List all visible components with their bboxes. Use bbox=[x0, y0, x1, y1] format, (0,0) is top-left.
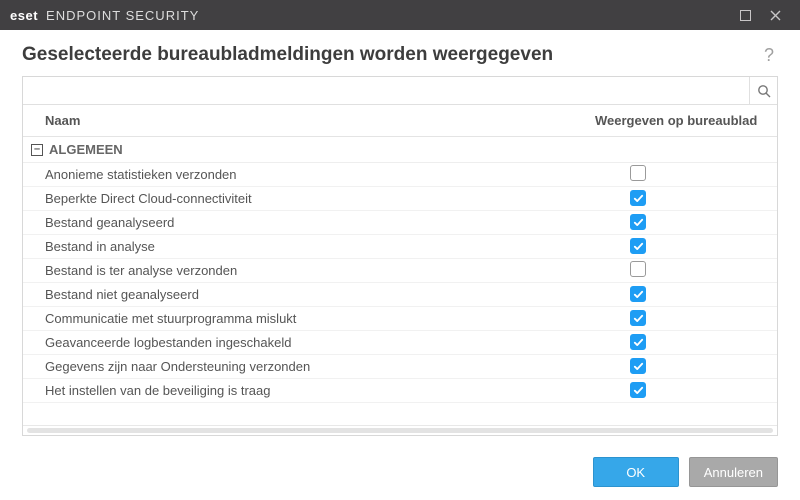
brand-product: ENDPOINT SECURITY bbox=[46, 8, 199, 23]
list-item-label: Beperkte Direct Cloud-connectiviteit bbox=[23, 191, 595, 206]
brand: eset ENDPOINT SECURITY bbox=[10, 8, 199, 23]
search-row bbox=[23, 77, 777, 105]
cancel-button[interactable]: Annuleren bbox=[689, 457, 778, 487]
list-item-label: Gegevens zijn naar Ondersteuning verzond… bbox=[23, 359, 595, 374]
list-item: Geavanceerde logbestanden ingeschakeld bbox=[23, 331, 777, 355]
search-input[interactable] bbox=[23, 77, 749, 104]
list-item: Bestand in analyse bbox=[23, 235, 777, 259]
show-on-desktop-checkbox[interactable] bbox=[630, 238, 646, 254]
page-title: Geselecteerde bureaubladmeldingen worden… bbox=[22, 44, 553, 66]
list-item: Communicatie met stuurprogramma mislukt bbox=[23, 307, 777, 331]
list-item: Anonieme statistieken verzonden bbox=[23, 163, 777, 187]
column-headers: Naam Weergeven op bureaublad bbox=[23, 105, 777, 137]
show-on-desktop-checkbox[interactable] bbox=[630, 382, 646, 398]
column-show: Weergeven op bureaublad bbox=[595, 113, 765, 128]
show-on-desktop-checkbox[interactable] bbox=[630, 310, 646, 326]
titlebar: eset ENDPOINT SECURITY bbox=[0, 0, 800, 30]
list-item-checkbox-cell bbox=[595, 334, 765, 351]
column-name: Naam bbox=[23, 113, 595, 128]
show-on-desktop-checkbox[interactable] bbox=[630, 358, 646, 374]
list-item-checkbox-cell bbox=[595, 261, 765, 280]
group-row-general[interactable]: – ALGEMEEN bbox=[23, 137, 777, 163]
list-item-label: Het instellen van de beveiliging is traa… bbox=[23, 383, 595, 398]
scrollbar-thumb[interactable] bbox=[27, 428, 773, 433]
show-on-desktop-checkbox[interactable] bbox=[630, 286, 646, 302]
show-on-desktop-checkbox[interactable] bbox=[630, 261, 646, 277]
list-item-label: Communicatie met stuurprogramma mislukt bbox=[23, 311, 595, 326]
show-on-desktop-checkbox[interactable] bbox=[630, 334, 646, 350]
list-item-checkbox-cell bbox=[595, 310, 765, 327]
ok-button[interactable]: OK bbox=[593, 457, 679, 487]
collapse-icon[interactable]: – bbox=[31, 144, 43, 156]
minimize-icon[interactable] bbox=[730, 0, 760, 30]
list-item-checkbox-cell bbox=[595, 190, 765, 207]
show-on-desktop-checkbox[interactable] bbox=[630, 190, 646, 206]
list-item-checkbox-cell bbox=[595, 382, 765, 399]
list-item-checkbox-cell bbox=[595, 214, 765, 231]
settings-panel: Naam Weergeven op bureaublad – ALGEMEEN … bbox=[22, 76, 778, 436]
list-item-checkbox-cell bbox=[595, 286, 765, 303]
list-item-label: Bestand is ter analyse verzonden bbox=[23, 263, 595, 278]
list-item: Bestand is ter analyse verzonden bbox=[23, 259, 777, 283]
dialog-header: Geselecteerde bureaubladmeldingen worden… bbox=[0, 30, 800, 76]
list-item: Beperkte Direct Cloud-connectiviteit bbox=[23, 187, 777, 211]
show-on-desktop-checkbox[interactable] bbox=[630, 165, 646, 181]
list-item-label: Bestand in analyse bbox=[23, 239, 595, 254]
list-item-label: Geavanceerde logbestanden ingeschakeld bbox=[23, 335, 595, 350]
list-item: Gegevens zijn naar Ondersteuning verzond… bbox=[23, 355, 777, 379]
help-icon[interactable]: ? bbox=[760, 45, 778, 66]
search-icon[interactable] bbox=[749, 77, 777, 105]
horizontal-scrollbar[interactable] bbox=[23, 425, 777, 435]
list-item-label: Bestand niet geanalyseerd bbox=[23, 287, 595, 302]
list-item-checkbox-cell bbox=[595, 165, 765, 184]
list-item-checkbox-cell bbox=[595, 358, 765, 375]
list-item-checkbox-cell bbox=[595, 238, 765, 255]
notification-list[interactable]: – ALGEMEEN Anonieme statistieken verzond… bbox=[23, 137, 777, 425]
list-item-label: Bestand geanalyseerd bbox=[23, 215, 595, 230]
show-on-desktop-checkbox[interactable] bbox=[630, 214, 646, 230]
close-icon[interactable] bbox=[760, 0, 790, 30]
list-item: Bestand geanalyseerd bbox=[23, 211, 777, 235]
brand-eset: eset bbox=[10, 8, 38, 23]
list-item: Bestand niet geanalyseerd bbox=[23, 283, 777, 307]
group-label: ALGEMEEN bbox=[49, 142, 123, 157]
list-item-label: Anonieme statistieken verzonden bbox=[23, 167, 595, 182]
dialog-footer: OK Annuleren bbox=[0, 444, 800, 500]
list-item: Het instellen van de beveiliging is traa… bbox=[23, 379, 777, 403]
